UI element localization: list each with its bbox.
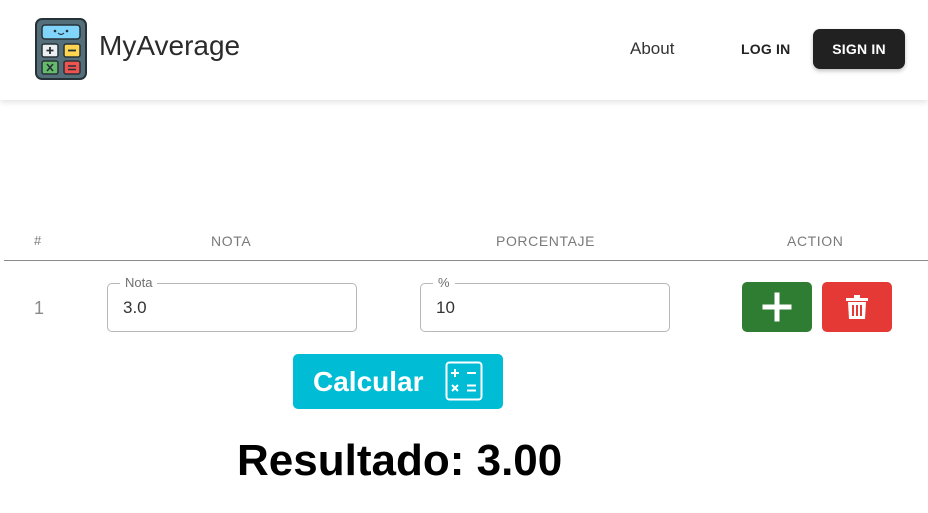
column-header-nota: NOTA [211, 233, 252, 249]
trash-icon [846, 295, 868, 319]
app-title: MyAverage [99, 30, 241, 61]
percentage-input-value[interactable]: 10 [436, 298, 455, 318]
top-app-bar: MyAverage About LOG IN SIGN IN [0, 0, 928, 100]
percentage-input[interactable]: % 10 [420, 275, 670, 332]
nota-input-value[interactable]: 3.0 [123, 298, 147, 318]
add-row-button[interactable] [742, 282, 812, 332]
column-header-index: # [34, 233, 42, 248]
result-label: Resultado: [237, 436, 465, 485]
column-header-porcentaje: PORCENTAJE [496, 233, 596, 249]
plus-icon [762, 292, 792, 322]
percentage-input-label: % [433, 275, 455, 291]
result-value: 3.00 [476, 436, 563, 485]
calculator-operations-icon [445, 361, 483, 401]
nav-about-link[interactable]: About [630, 39, 674, 59]
table-header-divider [4, 260, 928, 261]
calculator-icon[interactable] [35, 18, 87, 80]
table-header: # NOTA PORCENTAJE ACTION [0, 230, 928, 260]
row-index: 1 [34, 298, 45, 318]
column-header-action: ACTION [787, 233, 844, 249]
calculate-button-label: Calcular [313, 366, 424, 397]
sign-in-button[interactable]: SIGN IN [813, 29, 905, 69]
log-in-button[interactable]: LOG IN [741, 41, 790, 57]
nota-input-label: Nota [120, 275, 158, 291]
delete-row-button[interactable] [822, 282, 892, 332]
calculate-button[interactable]: Calcular [293, 354, 503, 409]
nota-input[interactable]: Nota 3.0 [107, 275, 357, 332]
result-text: Resultado: 3.00 [237, 436, 562, 486]
